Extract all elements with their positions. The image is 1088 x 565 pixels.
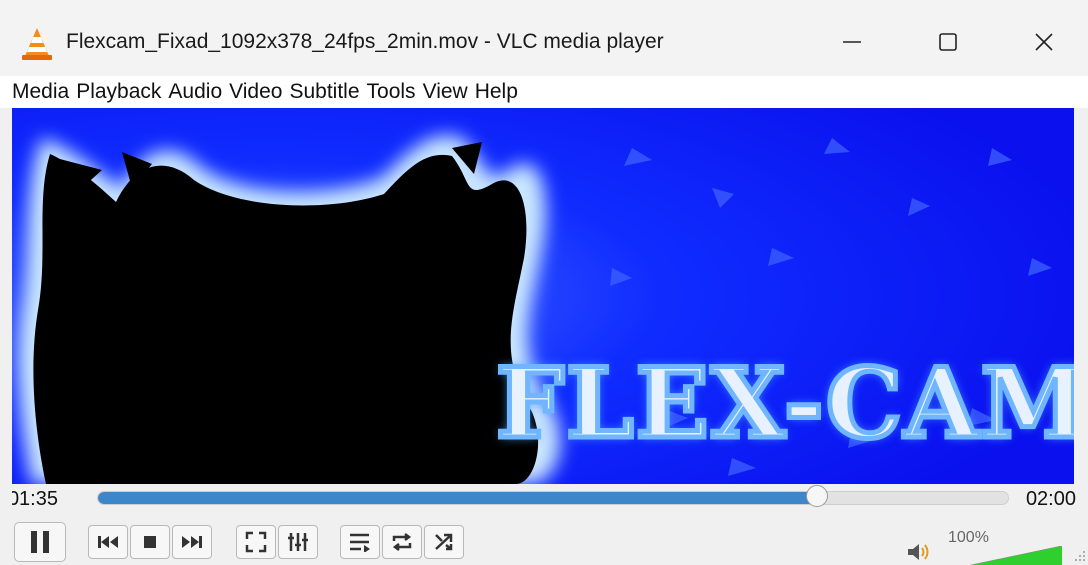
elapsed-time[interactable]: 01:35 (12, 488, 58, 511)
vlc-window: Flexcam_Fixad_1092x378_24fps_2min.mov - … (0, 0, 1088, 565)
menu-tools[interactable]: Tools (367, 80, 416, 104)
loop-icon (392, 533, 412, 551)
elapsed-time-text: 01:35 (12, 488, 58, 510)
menu-video[interactable]: Video (229, 80, 282, 104)
fullscreen-button[interactable] (236, 525, 276, 559)
total-time[interactable]: 02:00 (1026, 488, 1076, 511)
minimize-icon (843, 41, 861, 43)
control-bar: 100% (0, 516, 1088, 565)
window-title: Flexcam_Fixad_1092x378_24fps_2min.mov - … (66, 30, 664, 53)
maximize-icon (939, 33, 957, 51)
shuffle-icon (435, 533, 453, 551)
title-bar[interactable]: Flexcam_Fixad_1092x378_24fps_2min.mov - … (0, 0, 1088, 76)
menu-playback[interactable]: Playback (76, 80, 161, 104)
pause-button[interactable] (14, 522, 66, 562)
close-button[interactable] (1014, 22, 1074, 62)
equalizer-icon (288, 533, 308, 551)
playlist-icon (350, 533, 370, 552)
minimize-button[interactable] (822, 22, 882, 62)
total-time-text: 02:00 (1026, 488, 1076, 510)
close-icon (1035, 33, 1053, 51)
seek-bar[interactable] (97, 491, 1009, 505)
resize-grip-icon[interactable] (1074, 550, 1086, 562)
video-overlay-text: FLEX-CAM (494, 347, 1074, 460)
seek-progress (98, 492, 817, 504)
fullscreen-icon (245, 531, 267, 553)
stop-button[interactable] (130, 525, 170, 559)
vlc-cone-icon (22, 28, 52, 60)
previous-button[interactable] (88, 525, 128, 559)
next-button[interactable] (172, 525, 212, 559)
seek-row: 01:35 02:00 (0, 484, 1088, 516)
menu-bar: Media Playback Audio Video Subtitle Tool… (0, 76, 1088, 108)
pause-icon (31, 531, 49, 553)
extended-settings-button[interactable] (278, 525, 318, 559)
stop-icon (144, 536, 156, 548)
video-display[interactable]: FLEX-CAM (12, 108, 1074, 484)
menu-view[interactable]: View (423, 80, 468, 104)
menu-audio[interactable]: Audio (168, 80, 222, 104)
playlist-button[interactable] (340, 525, 380, 559)
shuffle-button[interactable] (424, 525, 464, 559)
maximize-button[interactable] (918, 22, 978, 62)
skip-next-icon (182, 536, 202, 548)
volume-slider[interactable] (934, 546, 1062, 565)
menu-help[interactable]: Help (475, 80, 518, 104)
menu-media[interactable]: Media (12, 80, 69, 104)
loop-button[interactable] (382, 525, 422, 559)
skip-previous-icon (98, 536, 118, 548)
menu-subtitle[interactable]: Subtitle (289, 80, 359, 104)
speaker-icon[interactable] (906, 542, 932, 562)
volume-percent: 100% (948, 529, 989, 546)
